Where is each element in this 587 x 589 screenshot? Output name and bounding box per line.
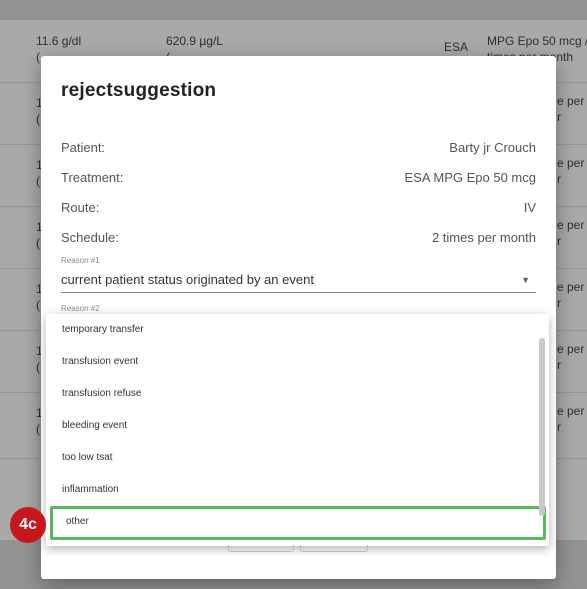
- dialog-title: rejectsuggestion: [61, 80, 217, 101]
- schedule-value: 2 times per month: [431, 230, 536, 245]
- route-label: Route:: [61, 200, 100, 215]
- dropdown-option[interactable]: inflammation: [46, 474, 538, 506]
- reason1-select[interactable]: current patient status originated by an …: [61, 270, 536, 293]
- reason2-dropdown-list: temporary transfer transfusion event tra…: [46, 314, 549, 546]
- dropdown-option[interactable]: temporary transfer: [46, 314, 538, 346]
- step-badge: 4c: [10, 507, 46, 543]
- dropdown-option[interactable]: too low tsat: [46, 442, 538, 474]
- dropdown-option-other[interactable]: other: [50, 506, 546, 540]
- reason1-value: current patient status originated by an …: [61, 272, 314, 287]
- dropdown-option[interactable]: transfusion refuse: [46, 378, 538, 410]
- patient-label: Patient:: [61, 140, 106, 155]
- dropdown-scrollbar[interactable]: [539, 338, 545, 516]
- route-value: IV: [523, 200, 536, 215]
- reason1-label: Reason #1: [61, 256, 100, 265]
- treatment-label: Treatment:: [61, 170, 124, 185]
- dropdown-option[interactable]: bleeding event: [46, 410, 538, 442]
- dialog-button-partial: [228, 545, 294, 552]
- dropdown-option[interactable]: transfusion event: [46, 346, 538, 378]
- reason2-label: Reason #2: [61, 304, 100, 313]
- treatment-value: ESA MPG Epo 50 mcg: [404, 170, 536, 185]
- patient-value: Barty jr Crouch: [449, 140, 536, 155]
- dialog-button-partial: [300, 545, 368, 552]
- schedule-label: Schedule:: [61, 230, 119, 245]
- chevron-down-icon: ▼: [521, 275, 530, 285]
